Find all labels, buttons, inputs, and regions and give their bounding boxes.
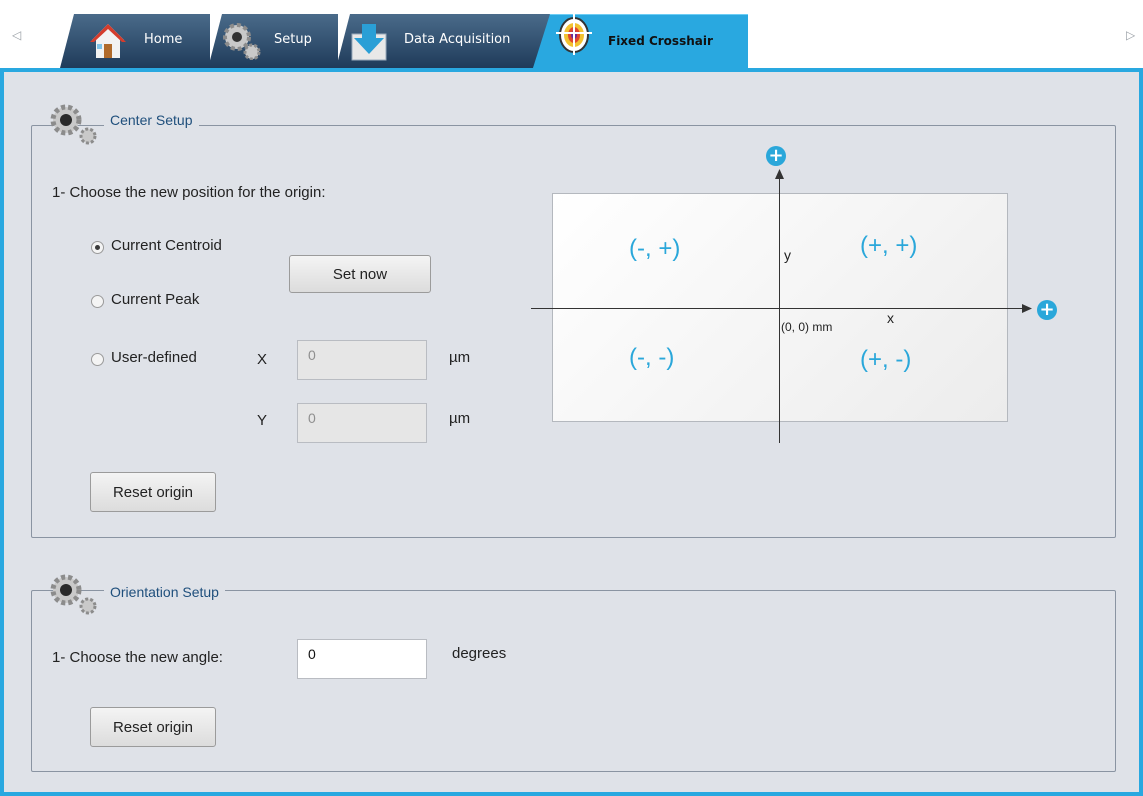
angle-input[interactable]: 0: [297, 639, 427, 679]
x-label: X: [257, 351, 268, 368]
set-now-button[interactable]: Set now: [289, 255, 431, 293]
x-unit: µm: [449, 349, 471, 366]
tab-fixed-crosshair[interactable]: Fixed Crosshair: [532, 14, 748, 71]
y-positive-icon: +: [766, 146, 786, 166]
quadrant-top-right: (+, +): [860, 232, 918, 259]
crosshair-target-icon: [556, 14, 592, 55]
origin-instruction: 1- Choose the new position for the origi…: [52, 184, 326, 201]
current-centroid-radio[interactable]: [91, 241, 104, 254]
y-axis-arrowhead: [775, 169, 784, 179]
y-axis-line: [779, 173, 780, 443]
download-icon: [351, 24, 387, 61]
tab-data-acquisition[interactable]: Data Acquisition: [336, 14, 551, 68]
scroll-left-button[interactable]: ◁: [12, 28, 21, 42]
current-peak-label: Current Peak: [111, 291, 200, 308]
orientation-reset-origin-button[interactable]: Reset origin: [90, 707, 216, 747]
user-defined-radio[interactable]: [91, 353, 104, 366]
y-unit: µm: [449, 410, 471, 427]
x-axis-label: x: [887, 310, 894, 326]
angle-instruction: 1- Choose the new angle:: [52, 649, 223, 666]
y-input[interactable]: 0: [297, 403, 427, 443]
tab-fixed-crosshair-label: Fixed Crosshair: [608, 34, 713, 48]
home-icon: [90, 24, 126, 58]
y-label: Y: [257, 412, 268, 429]
tab-data-acquisition-label: Data Acquisition: [404, 32, 511, 47]
user-defined-label: User-defined: [111, 349, 197, 366]
gears-icon: [223, 23, 261, 60]
gears-icon: [50, 574, 97, 615]
current-peak-radio[interactable]: [91, 295, 104, 308]
current-centroid-label: Current Centroid: [111, 237, 222, 254]
tab-setup-label: Setup: [274, 32, 312, 47]
origin-label: (0, 0) mm: [781, 320, 833, 334]
quadrant-bottom-right: (+, -): [860, 346, 912, 373]
tab-home[interactable]: Home: [60, 14, 210, 68]
y-axis-label: y: [784, 247, 791, 263]
tab-home-label: Home: [144, 32, 183, 47]
reset-origin-button[interactable]: Reset origin: [90, 472, 216, 512]
orientation-setup-title: Orientation Setup: [104, 584, 225, 600]
x-input[interactable]: 0: [297, 340, 427, 380]
scroll-right-button[interactable]: ▷: [1126, 28, 1135, 42]
angle-unit: degrees: [452, 645, 507, 662]
tab-setup[interactable]: Setup: [208, 14, 338, 68]
gears-icon: [50, 104, 97, 145]
fixed-crosshair-panel: Center Setup 1- Choose the new position …: [0, 68, 1143, 796]
quadrant-top-left: (-, +): [629, 235, 681, 262]
x-positive-icon: +: [1037, 300, 1057, 320]
quadrant-bottom-left: (-, -): [629, 344, 675, 371]
x-axis-arrowhead: [1022, 304, 1032, 313]
center-setup-title: Center Setup: [104, 112, 199, 128]
tab-strip: ◁ ▷ Home Setup Data Acquisition Fixed Cr…: [0, 0, 1143, 71]
